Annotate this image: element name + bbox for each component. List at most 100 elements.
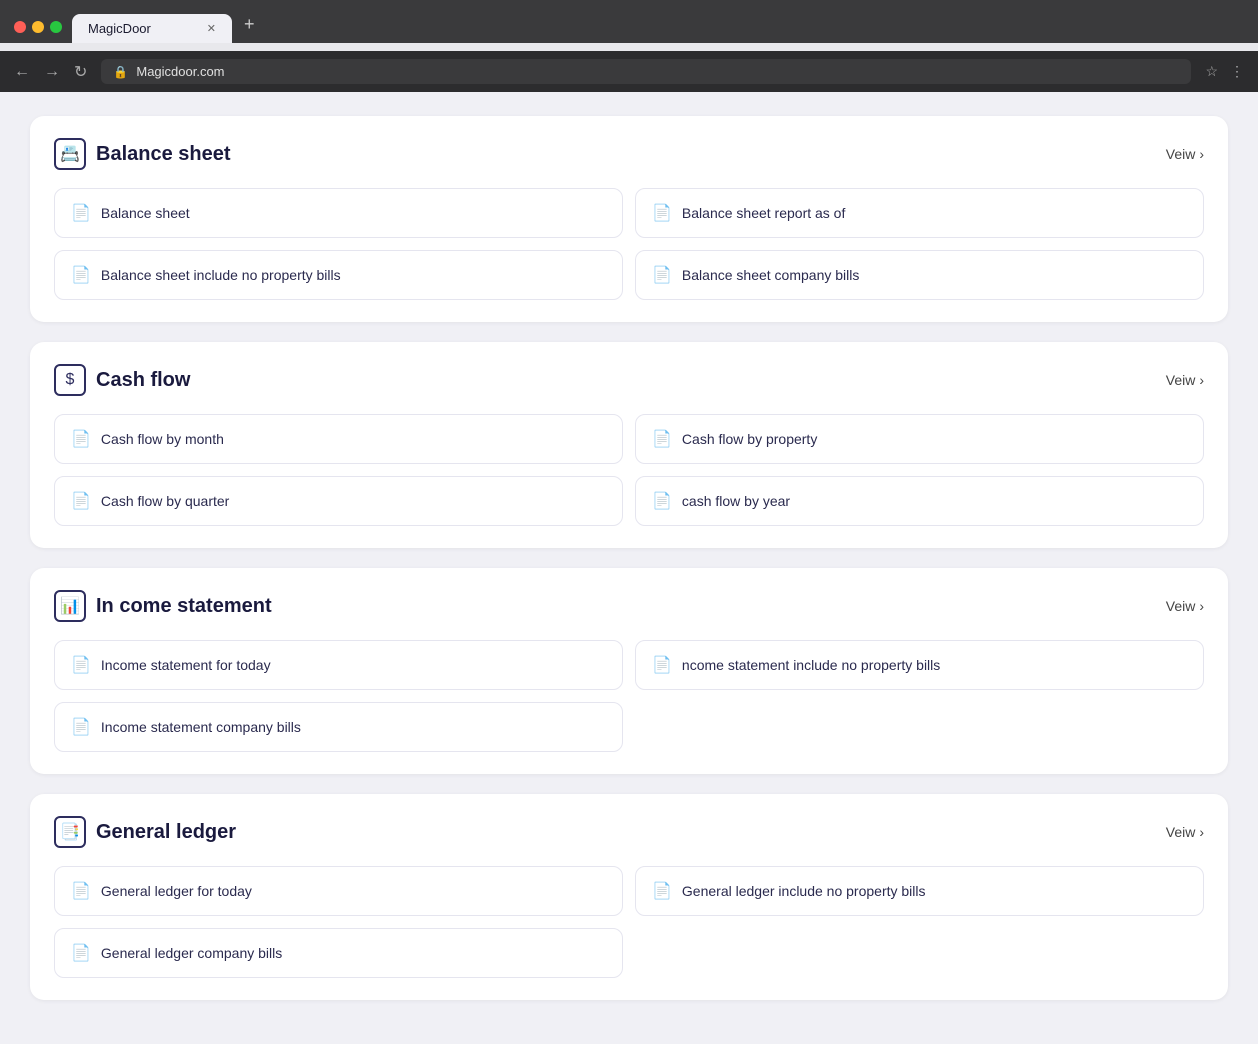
- section-icon-income-statement: 📊: [54, 590, 86, 622]
- document-icon: 📄: [652, 203, 672, 223]
- section-title-general-ledger: General ledger: [96, 821, 236, 844]
- url-bar[interactable]: 🔒 Magicdoor.com: [101, 59, 1191, 84]
- report-item[interactable]: 📄 General ledger company bills: [54, 928, 623, 978]
- view-label: Veiw: [1166, 824, 1196, 840]
- report-item[interactable]: 📄 General ledger include no property bill…: [635, 866, 1204, 916]
- section-title-cash-flow: Cash flow: [96, 369, 190, 392]
- main-content: 📇Balance sheetVeiw›📄Balance sheet📄Balanc…: [0, 92, 1258, 1044]
- tab-close-icon[interactable]: ✕: [207, 22, 216, 35]
- chevron-right-icon: ›: [1199, 824, 1204, 840]
- maximize-dot[interactable]: [50, 21, 62, 33]
- report-item-label: General ledger company bills: [101, 945, 282, 961]
- section-header-general-ledger: 📑 General ledger Veiw›: [54, 816, 1204, 848]
- report-item-label: cash flow by year: [682, 493, 790, 509]
- report-item[interactable]: 📄 Cash flow by month: [54, 414, 623, 464]
- document-icon: 📄: [71, 655, 91, 675]
- report-item-label: Cash flow by property: [682, 431, 817, 447]
- document-icon: 📄: [71, 429, 91, 449]
- address-bar: ← → ↻ 🔒 Magicdoor.com ☆ ⋮: [0, 51, 1258, 92]
- document-icon: 📄: [71, 717, 91, 737]
- new-tab-button[interactable]: +: [236, 10, 263, 39]
- report-item-label: Cash flow by month: [101, 431, 224, 447]
- section-card-cash-flow: $ Cash flow Veiw› 📄 Cash flow by month 📄 Cash …: [30, 342, 1228, 548]
- items-grid-income-statement: 📄 Income statement for today 📄 ncome statem…: [54, 640, 1204, 752]
- section-title-income-statement: In come statement: [96, 595, 272, 618]
- star-icon[interactable]: ☆: [1205, 63, 1218, 80]
- document-icon: 📄: [652, 265, 672, 285]
- report-item-label: Income statement for today: [101, 657, 271, 673]
- section-title-balance-sheet: Balance sheet: [96, 143, 231, 166]
- document-icon: 📄: [71, 265, 91, 285]
- view-link-income-statement[interactable]: Veiw›: [1166, 598, 1204, 614]
- view-label: Veiw: [1166, 146, 1196, 162]
- report-item-label: General ledger for today: [101, 883, 252, 899]
- section-card-general-ledger: 📑 General ledger Veiw› 📄 General ledger for …: [30, 794, 1228, 1000]
- document-icon: 📄: [71, 491, 91, 511]
- tab-bar: MagicDoor ✕ +: [72, 10, 263, 43]
- chevron-right-icon: ›: [1199, 372, 1204, 388]
- section-header-balance-sheet: 📇 Balance sheet Veiw›: [54, 138, 1204, 170]
- browser-chrome: MagicDoor ✕ +: [0, 0, 1258, 43]
- section-title-group-balance-sheet: 📇 Balance sheet: [54, 138, 231, 170]
- back-button[interactable]: ←: [14, 63, 30, 81]
- document-icon: 📄: [71, 943, 91, 963]
- report-item-label: Balance sheet report as of: [682, 205, 845, 221]
- tab-title: MagicDoor: [88, 21, 151, 36]
- section-header-cash-flow: $ Cash flow Veiw›: [54, 364, 1204, 396]
- section-icon-balance-sheet: 📇: [54, 138, 86, 170]
- traffic-lights: [14, 21, 62, 33]
- document-icon: 📄: [71, 881, 91, 901]
- report-item[interactable]: 📄 Balance sheet: [54, 188, 623, 238]
- report-item[interactable]: 📄 ncome statement include no property bil…: [635, 640, 1204, 690]
- report-item-label: General ledger include no property bills: [682, 883, 926, 899]
- report-item-label: ncome statement include no property bill…: [682, 657, 940, 673]
- section-title-group-general-ledger: 📑 General ledger: [54, 816, 236, 848]
- report-item-label: Income statement company bills: [101, 719, 301, 735]
- browser-tab[interactable]: MagicDoor ✕: [72, 14, 232, 43]
- section-card-income-statement: 📊 In come statement Veiw› 📄 Income statement…: [30, 568, 1228, 774]
- view-link-balance-sheet[interactable]: Veiw›: [1166, 146, 1204, 162]
- report-item[interactable]: 📄 Balance sheet report as of: [635, 188, 1204, 238]
- close-dot[interactable]: [14, 21, 26, 33]
- report-item-label: Balance sheet company bills: [682, 267, 859, 283]
- reload-button[interactable]: ↻: [74, 62, 87, 82]
- report-item[interactable]: 📄 Cash flow by property: [635, 414, 1204, 464]
- report-item[interactable]: 📄 Balance sheet include no property bills: [54, 250, 623, 300]
- report-item[interactable]: 📄 Income statement for today: [54, 640, 623, 690]
- chevron-right-icon: ›: [1199, 146, 1204, 162]
- document-icon: 📄: [652, 429, 672, 449]
- report-item[interactable]: 📄 cash flow by year: [635, 476, 1204, 526]
- section-card-balance-sheet: 📇 Balance sheet Veiw› 📄 Balance sheet 📄 Balanc…: [30, 116, 1228, 322]
- document-icon: 📄: [652, 655, 672, 675]
- items-grid-general-ledger: 📄 General ledger for today 📄 General ledger…: [54, 866, 1204, 978]
- report-item[interactable]: 📄 Income statement company bills: [54, 702, 623, 752]
- document-icon: 📄: [652, 881, 672, 901]
- forward-button[interactable]: →: [44, 63, 60, 81]
- report-item[interactable]: 📄 Cash flow by quarter: [54, 476, 623, 526]
- chevron-right-icon: ›: [1199, 598, 1204, 614]
- report-item[interactable]: 📄 General ledger for today: [54, 866, 623, 916]
- report-item-label: Cash flow by quarter: [101, 493, 229, 509]
- items-grid-balance-sheet: 📄 Balance sheet 📄 Balance sheet report as o…: [54, 188, 1204, 300]
- report-item-label: Balance sheet include no property bills: [101, 267, 341, 283]
- section-title-group-cash-flow: $ Cash flow: [54, 364, 190, 396]
- section-header-income-statement: 📊 In come statement Veiw›: [54, 590, 1204, 622]
- section-title-group-income-statement: 📊 In come statement: [54, 590, 272, 622]
- view-label: Veiw: [1166, 598, 1196, 614]
- minimize-dot[interactable]: [32, 21, 44, 33]
- url-text: Magicdoor.com: [136, 64, 224, 79]
- address-bar-actions: ☆ ⋮: [1205, 63, 1244, 80]
- section-icon-general-ledger: 📑: [54, 816, 86, 848]
- report-item[interactable]: 📄 Balance sheet company bills: [635, 250, 1204, 300]
- document-icon: 📄: [652, 491, 672, 511]
- report-item-label: Balance sheet: [101, 205, 190, 221]
- items-grid-cash-flow: 📄 Cash flow by month 📄 Cash flow by propert…: [54, 414, 1204, 526]
- sections-container: 📇Balance sheetVeiw›📄Balance sheet📄Balanc…: [30, 116, 1228, 1000]
- view-label: Veiw: [1166, 372, 1196, 388]
- section-icon-cash-flow: $: [54, 364, 86, 396]
- lock-icon: 🔒: [113, 65, 128, 79]
- menu-icon[interactable]: ⋮: [1230, 63, 1244, 80]
- view-link-general-ledger[interactable]: Veiw›: [1166, 824, 1204, 840]
- view-link-cash-flow[interactable]: Veiw›: [1166, 372, 1204, 388]
- document-icon: 📄: [71, 203, 91, 223]
